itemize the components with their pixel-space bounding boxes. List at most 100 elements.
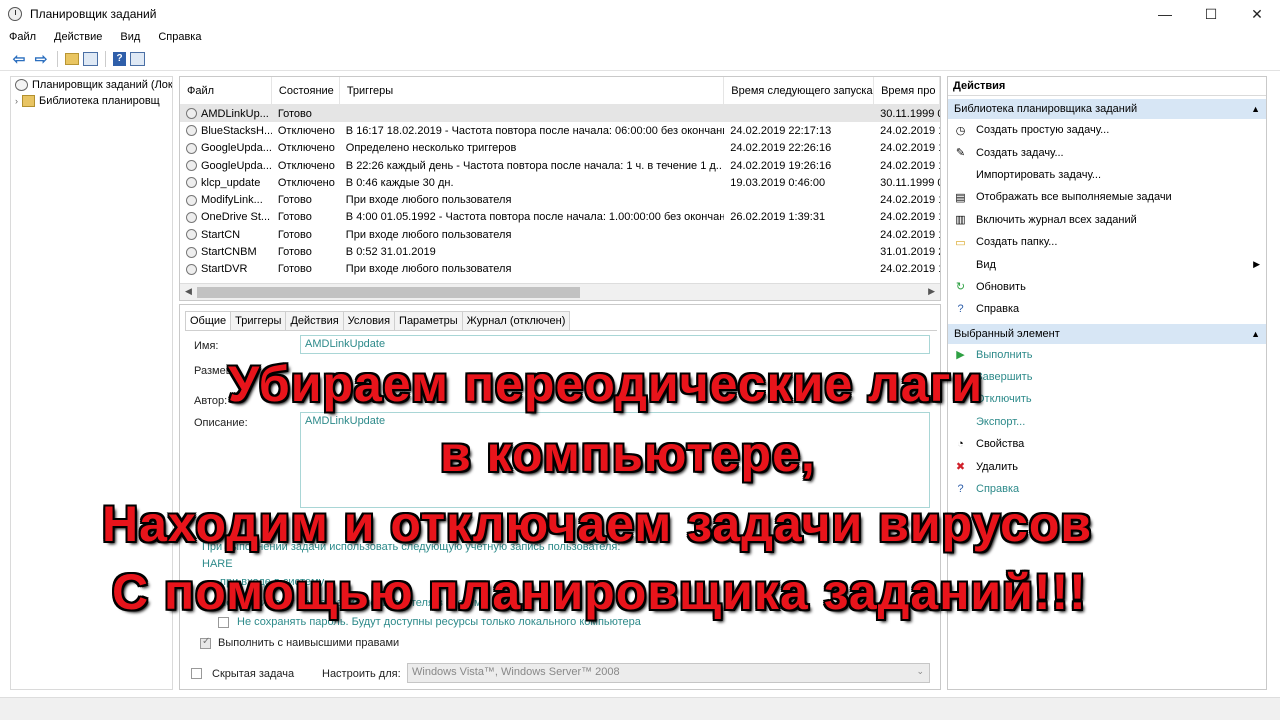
- action-label: Обновить: [976, 280, 1026, 293]
- name-field[interactable]: AMDLinkUpdate: [300, 335, 930, 354]
- table-row[interactable]: OneDrive St... Готово В 4:00 01.05.1992 - …: [180, 209, 940, 226]
- cell-triggers: При входе любого пользователя: [345, 228, 512, 241]
- task-name: OneDrive St...: [201, 211, 271, 224]
- menu-view[interactable]: Вид: [111, 31, 149, 43]
- location-label: Размещ: [194, 365, 235, 377]
- action-item[interactable]: ■ Завершить: [948, 366, 1266, 388]
- cell-next-run: 24.02.2019 22:17:13: [730, 124, 832, 137]
- action-label: Импортировать задачу...: [976, 168, 1102, 181]
- maximize-button[interactable]: ☐: [1188, 0, 1234, 28]
- cell-last-run: 24.02.2019 1: [880, 124, 940, 137]
- description-label: Описание:: [194, 417, 248, 429]
- column-next-run[interactable]: Время следующего запуска: [724, 77, 875, 105]
- configure-for-label: Настроить для:: [322, 668, 401, 680]
- table-row[interactable]: BlueStacksH... Отключено В 16:17 18.02.201…: [180, 122, 940, 139]
- show-tree-icon[interactable]: [83, 51, 98, 66]
- task-scheduler-icon: [8, 7, 22, 21]
- action-item[interactable]: Импортировать задачу...: [948, 164, 1266, 186]
- collapse-icon[interactable]: ▲: [1251, 99, 1260, 119]
- column-state[interactable]: Состояние: [272, 77, 340, 105]
- scroll-thumb[interactable]: [197, 287, 580, 298]
- scroll-right-icon[interactable]: ▶: [928, 286, 935, 297]
- table-row[interactable]: GoogleUpda... Отключено Определено несколь…: [180, 140, 940, 157]
- tab-triggers[interactable]: Триггеры: [230, 311, 287, 330]
- task-detail-pane: Общие Триггеры Действия Условия Параметр…: [179, 304, 941, 690]
- action-item[interactable]: ✎ Создать задачу...: [948, 141, 1266, 163]
- option-run-logged-on[interactable]: при входе в систему: [220, 576, 324, 588]
- action-item[interactable]: Экспорт...: [948, 411, 1266, 433]
- action-item[interactable]: ↻ Обновить: [948, 276, 1266, 298]
- table-row[interactable]: StartCNBM Готово В 0:52 31.01.2019 31.01.20…: [180, 243, 940, 260]
- cell-state: Готово: [277, 211, 312, 224]
- tab-settings[interactable]: Параметры: [394, 311, 463, 330]
- column-last-run[interactable]: Время про: [874, 77, 940, 105]
- forward-arrow-icon[interactable]: ⇨: [32, 50, 50, 68]
- close-button[interactable]: ✕: [1234, 0, 1280, 28]
- up-folder-icon[interactable]: [65, 52, 79, 65]
- action-item[interactable]: ▤ Отображать все выполняемые задачи: [948, 186, 1266, 208]
- table-row[interactable]: ModifyLink... Готово При входе любого поль…: [180, 191, 940, 208]
- cell-state: Готово: [277, 107, 312, 120]
- author-label: Автор:: [194, 395, 228, 407]
- cell-triggers: В 16:17 18.02.2019 - Частота повтора пос…: [345, 124, 725, 137]
- help-icon: ?: [957, 303, 964, 316]
- action-item[interactable]: Вид ▶: [948, 253, 1266, 275]
- action-label: Справка: [976, 303, 1020, 316]
- expand-chevron-icon[interactable]: ›: [15, 96, 18, 106]
- properties-icon: ◔: [957, 438, 964, 451]
- column-file[interactable]: Файл: [180, 77, 272, 105]
- action-item[interactable]: ? Справка: [948, 478, 1266, 500]
- action-item[interactable]: ↓ Отключить: [948, 388, 1266, 410]
- table-row[interactable]: GoogleUpda... Отключено В 22:26 каждый ден…: [180, 157, 940, 174]
- action-item[interactable]: ◔ Свойства: [948, 433, 1266, 455]
- collapse-icon[interactable]: ▲: [1251, 324, 1260, 344]
- table-row[interactable]: klcp_update Отключено В 0:46 каждые 30 дн.…: [180, 174, 940, 191]
- action-item[interactable]: ? Справка: [948, 298, 1266, 320]
- cell-state: Отключено: [277, 176, 335, 189]
- minimize-button[interactable]: —: [1142, 0, 1188, 28]
- create-basic-task-icon: ◷: [955, 124, 966, 137]
- no-password-checkbox[interactable]: [218, 617, 229, 628]
- table-row[interactable]: AMDLinkUp... Готово 30.11.1999 0: [180, 105, 940, 123]
- description-field[interactable]: AMDLinkUpdate: [300, 412, 930, 508]
- table-row[interactable]: StartCN Готово При входе любого пользовате…: [180, 226, 940, 243]
- actions-section-library[interactable]: Библиотека планировщика заданий ▲: [948, 99, 1266, 119]
- cell-next-run: 26.02.2019 1:39:31: [730, 211, 826, 224]
- tree-library[interactable]: › Библиотека планировщ: [11, 93, 172, 109]
- tab-history[interactable]: Журнал (отключен): [461, 311, 571, 330]
- scroll-left-icon[interactable]: ◀: [185, 286, 192, 297]
- navigation-tree: Планировщик заданий (Лок › Библиотека пл…: [10, 76, 173, 690]
- action-item[interactable]: ▭ Создать папку...: [948, 231, 1266, 253]
- action-item[interactable]: ◷ Создать простую задачу...: [948, 119, 1266, 141]
- hidden-task-checkbox[interactable]: [191, 668, 202, 679]
- task-clock-icon: [186, 160, 197, 172]
- cell-file: BlueStacksH...: [180, 125, 272, 137]
- menu-help[interactable]: Справка: [149, 31, 210, 43]
- highest-privileges-checkbox[interactable]: [200, 636, 211, 649]
- hidden-task-label: Скрытая задача: [212, 668, 295, 680]
- action-item[interactable]: ✖ Удалить: [948, 455, 1266, 477]
- configure-for-select[interactable]: Windows Vista™, Windows Server™ 2008 ⌄: [407, 663, 930, 683]
- action-label: Удалить: [976, 460, 1018, 473]
- refresh-icon: ↻: [955, 281, 966, 294]
- action-item[interactable]: ▶ Выполнить: [948, 344, 1266, 366]
- actions-section-selected[interactable]: Выбранный элемент ▲: [948, 323, 1266, 344]
- action-item[interactable]: ▥ Включить журнал всех заданий: [948, 209, 1266, 231]
- cell-triggers: В 0:52 31.01.2019: [345, 246, 436, 259]
- column-triggers[interactable]: Триггеры: [340, 77, 725, 105]
- help-icon[interactable]: ?: [113, 51, 126, 66]
- tab-conditions[interactable]: Условия: [342, 311, 396, 330]
- security-account-text: При выполнении задачи использовать следу…: [202, 541, 621, 553]
- option-run-whether-logged[interactable]: независимо от регистрации пользователя в…: [220, 597, 488, 609]
- tab-actions[interactable]: Действия: [285, 311, 344, 330]
- action-pane-icon[interactable]: [130, 51, 145, 66]
- tab-general[interactable]: Общие: [185, 311, 232, 331]
- menu-file[interactable]: Файл: [0, 31, 45, 43]
- tree-root[interactable]: Планировщик заданий (Лок: [11, 77, 172, 93]
- menu-action[interactable]: Действие: [45, 31, 111, 43]
- back-arrow-icon[interactable]: ⇦: [10, 50, 28, 68]
- table-row[interactable]: StartDVR Готово При входе любого пользоват…: [180, 261, 940, 278]
- cell-last-run: 24.02.2019 1: [880, 263, 940, 276]
- toolbar-divider: [105, 50, 106, 67]
- horizontal-scrollbar[interactable]: ◀ ▶: [180, 283, 940, 300]
